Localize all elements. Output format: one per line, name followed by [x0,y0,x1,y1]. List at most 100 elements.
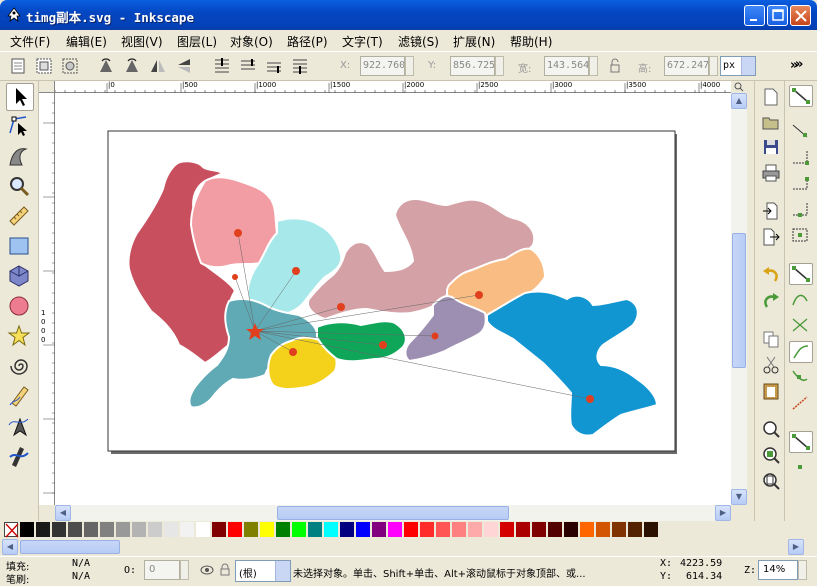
copy-icon[interactable] [761,329,781,349]
opacity-spin[interactable] [180,560,189,580]
rect-tool[interactable] [6,233,34,261]
new-document-icon[interactable] [761,87,781,107]
zoom-spin[interactable] [798,560,807,580]
select-all-icon[interactable] [8,56,28,76]
redo-icon[interactable] [761,291,781,311]
color-swatch[interactable] [484,522,498,537]
cut-icon[interactable] [761,355,781,375]
width-field[interactable]: 143.564 [544,56,589,76]
save-icon[interactable] [761,137,781,157]
color-swatch[interactable] [340,522,354,537]
zoom-corner-icon[interactable] [733,81,745,93]
snap-toggle-button[interactable] [789,85,813,107]
color-swatch[interactable] [180,522,194,537]
color-swatch[interactable] [596,522,610,537]
menu-path[interactable]: 路径(P) [287,33,328,50]
map-document[interactable] [55,93,731,505]
height-spin[interactable] [709,56,718,76]
color-swatch[interactable] [436,522,450,537]
color-swatch[interactable] [36,522,50,537]
selector-tool[interactable] [6,83,34,111]
color-swatch[interactable] [644,522,658,537]
layer-visibility-icon[interactable] [200,563,214,577]
snap-cusp-button[interactable] [789,341,813,363]
snap-bbox-edge-button[interactable] [789,147,813,169]
tweak-tool[interactable] [6,143,34,171]
node-tool[interactable] [6,113,34,141]
snap-bbox-button[interactable] [789,121,813,143]
snapbar-overflow-button[interactable]: » [795,57,803,72]
color-swatch[interactable] [356,522,370,537]
menu-filters[interactable]: 滤镜(S) [398,33,439,50]
height-field[interactable]: 672.247 [664,56,709,76]
select-all-layers-icon[interactable] [34,56,54,76]
horizontal-scroll-thumb[interactable] [277,506,509,520]
x-field[interactable]: 922.760 [360,56,405,76]
y-spin[interactable] [495,56,504,76]
color-swatch[interactable] [244,522,258,537]
no-paint-swatch[interactable] [4,522,19,538]
marker-point[interactable] [234,229,242,237]
color-swatch[interactable] [516,522,530,537]
3dbox-tool[interactable] [6,263,34,291]
menu-file[interactable]: 文件(F) [10,33,50,50]
color-swatch[interactable] [308,522,322,537]
snap-center-button[interactable] [789,431,813,453]
menu-extensions[interactable]: 扩展(N) [453,33,495,50]
color-swatch[interactable] [468,522,482,537]
color-swatch[interactable] [420,522,434,537]
menu-edit[interactable]: 编辑(E) [66,33,107,50]
menu-text[interactable]: 文字(T) [342,33,383,50]
zoom-field[interactable]: 14% [758,560,798,580]
lower-icon[interactable] [264,56,284,76]
color-swatch[interactable] [116,522,130,537]
snap-midpoint-button[interactable] [789,393,813,415]
snap-nodes-button[interactable] [789,263,813,285]
scroll-up-button[interactable]: ▲ [731,93,747,109]
marker-point[interactable] [379,341,387,349]
marker-point[interactable] [289,348,297,356]
color-swatch[interactable] [564,522,578,537]
layer-lock-icon[interactable] [218,563,232,577]
zoom-selection-icon[interactable] [761,419,781,439]
color-swatch[interactable] [68,522,82,537]
snap-smooth-button[interactable] [789,367,813,389]
color-swatch[interactable] [212,522,226,537]
lock-icon[interactable] [605,56,625,76]
close-button[interactable] [790,5,811,26]
stroke-value[interactable]: N/A [72,571,90,582]
zoom-drawing-icon[interactable] [761,445,781,465]
x-spin[interactable] [405,56,414,76]
palette-scroll-left-button[interactable]: ◀ [2,539,18,555]
vertical-scrollbar[interactable]: ▲ ▼ [731,93,747,505]
raise-icon[interactable] [238,56,258,76]
raise-to-top-icon[interactable] [212,56,232,76]
marker-point[interactable] [586,395,594,403]
snap-path-button[interactable] [789,289,813,311]
undo-icon[interactable] [761,265,781,285]
color-swatch[interactable] [148,522,162,537]
fill-value[interactable]: N/A [72,558,90,569]
color-swatch[interactable] [500,522,514,537]
scroll-down-button[interactable]: ▼ [731,489,747,505]
color-swatch[interactable] [292,522,306,537]
measure-tool[interactable] [6,203,34,231]
flip-vertical-icon[interactable] [174,56,194,76]
color-swatch[interactable] [164,522,178,537]
pen-tool[interactable] [6,413,34,441]
color-swatch[interactable] [532,522,546,537]
zoom-tool[interactable] [6,173,34,201]
color-swatch[interactable] [276,522,290,537]
palette-scrollbar[interactable]: ◀ ▶ [0,538,817,556]
color-swatch[interactable] [548,522,562,537]
color-swatch[interactable] [388,522,402,537]
paste-icon[interactable] [761,381,781,401]
drawing-canvas[interactable] [55,93,731,505]
color-swatch[interactable] [260,522,274,537]
unit-select[interactable]: px [720,56,756,76]
marker-point[interactable] [475,291,483,299]
menu-view[interactable]: 视图(V) [121,33,163,50]
scroll-left-button[interactable]: ◀ [55,505,71,521]
zoom-page-icon[interactable] [761,471,781,491]
color-swatch[interactable] [372,522,386,537]
